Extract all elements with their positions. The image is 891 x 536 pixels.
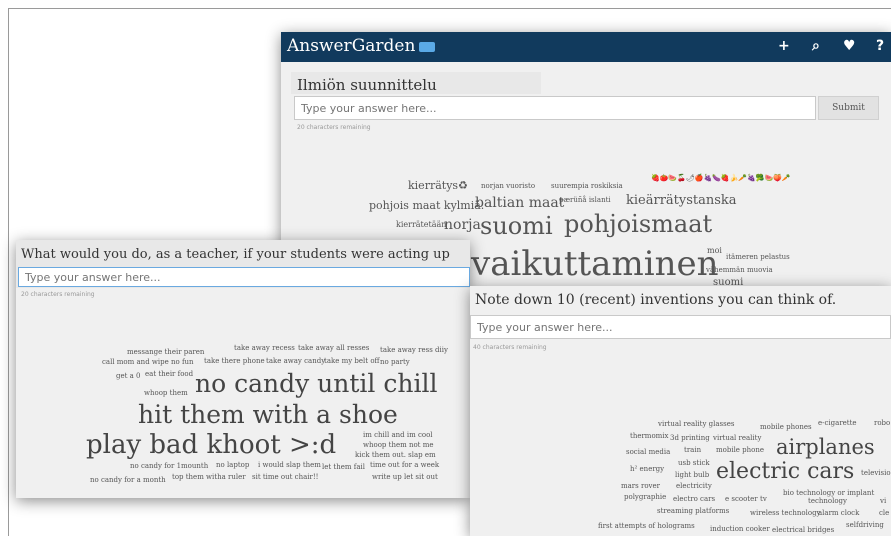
cloud-word[interactable]: let them fail [322, 464, 365, 471]
cloud-word[interactable]: suomi [480, 214, 553, 238]
cloud-word[interactable]: no candy until chill [195, 371, 437, 396]
cloud-word[interactable]: vaikuttaminen [471, 247, 718, 281]
answergarden-card-teacher: What would you do, as a teacher, if your… [16, 240, 470, 498]
cloud-word[interactable]: airplanes [776, 437, 875, 458]
cloud-word[interactable]: baltian maat [475, 196, 564, 210]
cloud-word[interactable]: top them witha ruler [172, 474, 246, 481]
cloud-word[interactable]: kierrätys♻ [408, 180, 468, 191]
cloud-word[interactable]: sit time out chair!! [252, 474, 319, 481]
cloud-word[interactable]: electro cars [673, 496, 715, 503]
cloud-word[interactable]: electrical bridges [772, 527, 834, 534]
cloud-word[interactable]: thermomix [630, 433, 669, 440]
cloud-word[interactable]: time out for a week [370, 462, 439, 469]
cloud-word[interactable]: bio technology or implant [783, 490, 874, 497]
cloud-word[interactable]: polygraphie [624, 494, 666, 501]
cloud-word[interactable]: norja [444, 218, 481, 232]
cloud-word[interactable]: im chill and im cool [363, 432, 433, 439]
cloud-word[interactable]: streaming platforms [657, 508, 729, 515]
cloud-word[interactable]: light bulb [675, 472, 709, 479]
cloud-word[interactable]: itämeren pelastus [726, 254, 790, 261]
cloud-word[interactable]: virtual reality glasses [658, 421, 734, 428]
cloud-word[interactable]: kierrätetään [396, 221, 446, 229]
cloud-word[interactable]: virtual reality [713, 435, 761, 442]
cloud-word[interactable]: usb stick [678, 460, 710, 467]
cloud-word[interactable]: no laptop [216, 462, 249, 469]
cloud-word[interactable]: get a 0 [116, 373, 141, 380]
cloud-word[interactable]: eat their food [145, 371, 193, 378]
cloud-word[interactable]: no candy for a month [90, 477, 166, 484]
cloud-word[interactable]: vi [880, 498, 886, 505]
cloud-word[interactable]: take away all resses [298, 345, 369, 352]
cloud-word[interactable]: take my belt off [324, 358, 380, 365]
cloud-word[interactable]: moi [707, 247, 722, 255]
cloud-word[interactable]: technology [808, 498, 847, 505]
cloud-word[interactable]: tv [760, 496, 767, 503]
cloud-word[interactable]: first attempts of holograms [598, 523, 695, 530]
cloud-word[interactable]: pohjois maat kylmiä. [369, 200, 484, 211]
cloud-word[interactable]: mobile phones [760, 424, 812, 431]
answergarden-card-inventions: Note down 10 (recent) inventions you can… [470, 286, 891, 536]
cloud-word[interactable]: take away candy [266, 358, 325, 365]
cloud-word[interactable]: norjan vuoristo [481, 183, 535, 190]
cloud-word[interactable]: whoop them [144, 390, 188, 397]
cloud-word[interactable]: vähemmän muovia [706, 267, 773, 274]
cloud-word[interactable]: pohjoismaat [564, 212, 712, 236]
word-cloud: virtual reality glasses mobile phones e-… [470, 286, 891, 536]
cloud-word[interactable]: i would slap them [258, 462, 321, 469]
cloud-word[interactable]: play bad khoot >:d [86, 432, 336, 458]
cloud-word[interactable]: selfdriving [846, 522, 884, 529]
cloud-word[interactable]: electricity [676, 483, 712, 490]
cloud-word[interactable]: suurempia roskiksia [551, 183, 623, 190]
cloud-word[interactable]: messange their paren [127, 349, 204, 356]
cloud-word[interactable]: take away ress diiy [380, 347, 448, 354]
cloud-word[interactable]: alarm clock [818, 510, 859, 517]
cloud-word[interactable]: mobile phone [716, 447, 764, 454]
cloud-word[interactable]: mars rover [621, 483, 660, 490]
cloud-word[interactable]: pærüñå islanti [559, 197, 611, 204]
cloud-word[interactable]: kick them out. slap em [355, 452, 436, 459]
cloud-word[interactable]: no fun [171, 359, 194, 366]
cloud-word[interactable]: no candy for 1mounth [130, 463, 208, 470]
cloud-word[interactable]: h² energy [630, 466, 664, 473]
cloud-word[interactable]: take there phone [204, 358, 265, 365]
cloud-word[interactable]: no party [380, 359, 410, 366]
cloud-word[interactable]: take away recess [234, 345, 295, 352]
cloud-word[interactable]: write up let sit out [372, 474, 438, 481]
cloud-word[interactable]: 3d printing [670, 435, 710, 442]
cloud-word[interactable]: hit them with a shoe [138, 402, 398, 427]
cloud-word[interactable]: whoop them not me [363, 442, 434, 449]
cloud-word[interactable]: social media [626, 449, 670, 456]
cloud-word[interactable]: e-cigarette [818, 420, 857, 427]
cloud-word[interactable]: e scooter [725, 496, 758, 503]
cloud-word[interactable]: kieärrätystanska [626, 194, 737, 207]
cloud-word[interactable]: train [684, 447, 701, 454]
cloud-word[interactable]: wireless technology [750, 510, 821, 517]
word-cloud: take away recess take away all resses ta… [16, 240, 470, 498]
cloud-word[interactable]: robo [874, 420, 890, 427]
emoji-word[interactable]: 🍓🍅🍉🍒🌶🍎🍇🍆🍓🍌🥕🍇🥦🍉🍑🥕 [651, 175, 791, 182]
cloud-word[interactable]: cle [879, 510, 889, 517]
cloud-word[interactable]: call mom and wipe [102, 359, 169, 366]
cloud-word[interactable]: electric cars [716, 461, 854, 483]
cloud-word[interactable]: induction cooker [710, 526, 770, 533]
cloud-word[interactable]: televisio [861, 470, 891, 477]
